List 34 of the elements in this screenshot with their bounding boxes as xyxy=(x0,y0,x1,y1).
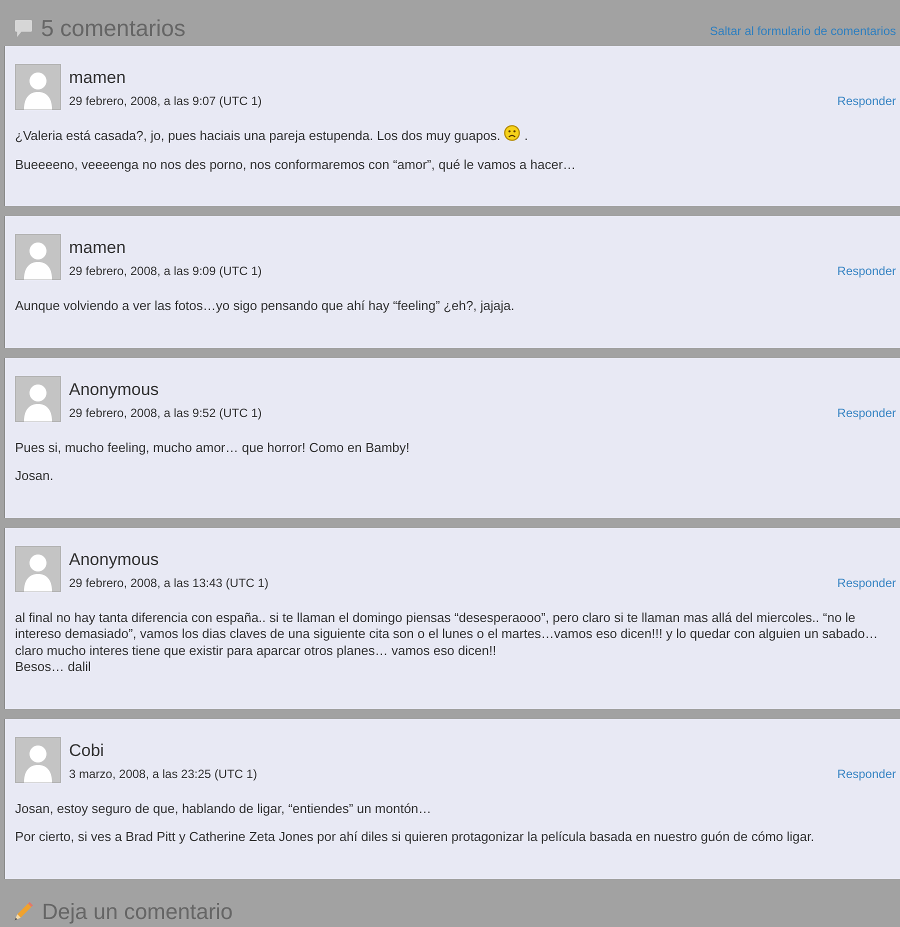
avatar-silhouette-icon xyxy=(15,234,61,280)
comment-text: ¿Valeria está casada?, jo, pues haciais una pareja estupenda. Los dos muy guapos. xyxy=(15,128,500,144)
reply-link[interactable]: Responder xyxy=(837,404,896,420)
pencil-icon xyxy=(14,902,33,921)
comments-heading: 5 comentarios xyxy=(41,14,186,42)
comment-date: 29 febrero, 2008, a las 9:52 (UTC 1) xyxy=(69,404,262,420)
comment-text: Pues si, mucho feeling, mucho amor… que horror! Como en Bamby! xyxy=(15,440,411,456)
reply-link[interactable]: Responder xyxy=(837,574,896,590)
avatar-silhouette-icon xyxy=(15,64,61,110)
comment-date: 29 febrero, 2008, a las 13:43 (UTC 1) xyxy=(69,574,268,590)
comment-author: mamen xyxy=(69,68,127,88)
comment-date: 29 febrero, 2008, a las 9:07 (UTC 1) xyxy=(69,93,262,109)
avatar-silhouette-icon xyxy=(15,736,61,782)
comment-text: Por cierto, si ves a Brad Pitt y Catherine Zeta Jones por ahí diles si quieren protagonizar la película basada en nuestro guón de cómo ligar. xyxy=(15,829,816,846)
comment-text: al final no hay tanta diferencia con españa.. si te llaman el domingo piensas “desesperaooo”, pero claro si te llaman mas allá del miercoles.. “no le intereso demasiado”, vamos los dias claves de una siguiente cita son o el lunes o el martes…vamos eso dicen!!! y lo quedar con alguien un sabado… claro mucho interes tiene que existir para aparcar otros planes… vamos eso dicen!! Besos… dalil xyxy=(15,610,879,676)
comment-author: Cobi xyxy=(69,740,105,760)
avatar-silhouette-icon xyxy=(15,546,61,592)
comment-author: Anonymous xyxy=(69,380,160,400)
reply-link[interactable]: Responder xyxy=(837,766,896,782)
comment-text: Bueeeeno, veeeenga no nos des porno, nos conformaremos con “amor”, qué le vamos a hacer… xyxy=(15,156,577,173)
reply-link[interactable]: Responder xyxy=(837,93,896,109)
speech-bubble-icon xyxy=(15,20,32,36)
comment-author: Anonymous xyxy=(69,550,160,570)
comment-text: Josan, estoy seguro de que, hablando de ligar, “entiendes” un montón… xyxy=(15,800,432,817)
comment-date: 29 febrero, 2008, a las 9:09 (UTC 1) xyxy=(69,263,262,279)
skip-to-form-link[interactable]: Saltar al formulario de comentarios xyxy=(710,24,896,38)
leave-comment-heading: Deja un comentario xyxy=(42,898,233,924)
comment-date: 3 marzo, 2008, a las 23:25 (UTC 1) xyxy=(69,766,258,782)
comment-author: mamen xyxy=(69,238,127,258)
reply-link[interactable]: Responder xyxy=(837,263,896,279)
comment-text: Aunque volviendo a ver las fotos…yo sigo pensando que ahí hay “feeling” ¿eh?, jajaja. xyxy=(15,298,516,314)
avatar-silhouette-icon xyxy=(15,376,61,422)
comment-text: . xyxy=(524,128,528,144)
comment-text: Josan. xyxy=(15,468,54,484)
